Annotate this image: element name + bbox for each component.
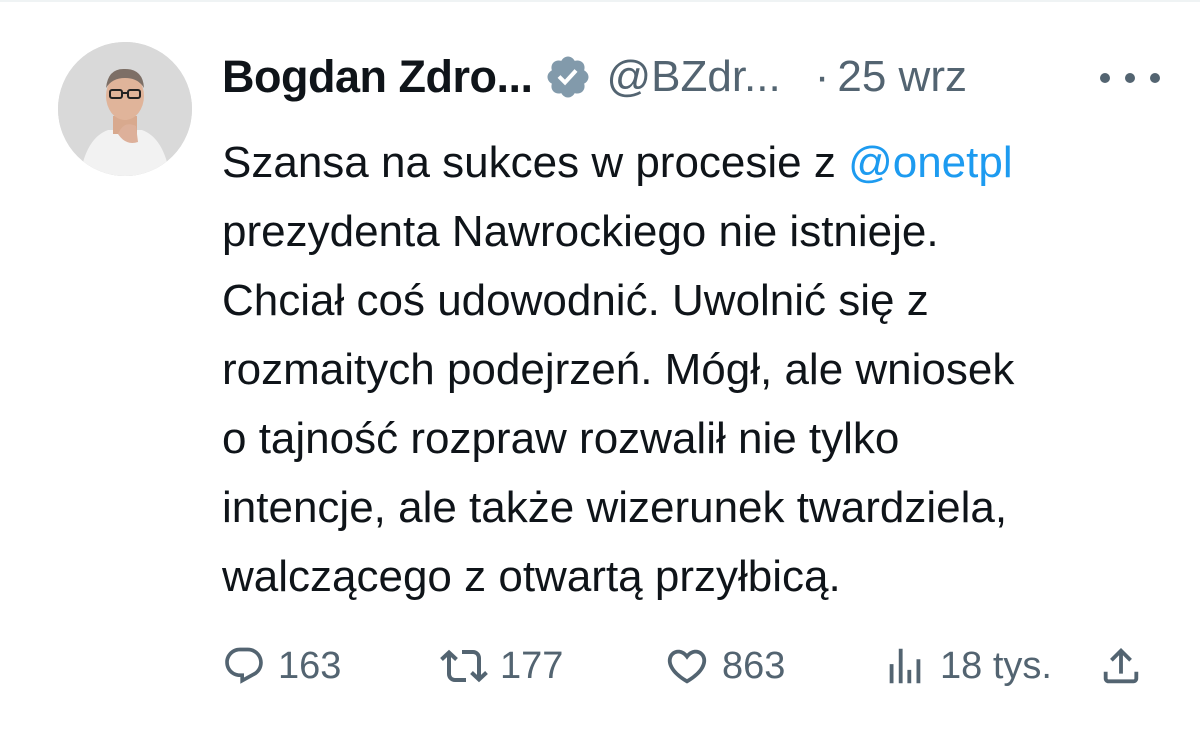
retweet-icon — [440, 642, 488, 690]
views-count: 18 tys. — [940, 644, 1052, 687]
verified-badge-icon — [544, 53, 592, 101]
tweet-text-line: intencje, ale także wizerunek twardziela… — [222, 483, 1008, 532]
tweet-text-segment: Szansa na sukces w procesie z — [222, 138, 849, 187]
tweet-text-line: Chciał coś udowodnić. Uwolnić się z — [222, 276, 929, 325]
share-upload-icon — [1098, 643, 1144, 689]
mention-link[interactable]: @onetpl — [848, 138, 1013, 187]
tweet-header: Bogdan Zdro... @BZdr... · 25 wrz — [222, 44, 1160, 110]
tweet-text: Szansa na sukces w procesie z @onetpl pr… — [222, 128, 1182, 611]
tweet-text-line: rozmaitych podejrzeń. Mógł, ale wniosek — [222, 345, 1015, 394]
avatar-photo — [58, 42, 192, 176]
author-handle[interactable]: @BZdr... — [606, 52, 780, 102]
like-count: 863 — [722, 644, 786, 687]
tweet-text-line: prezydenta Nawrockiego nie istnieje. — [222, 207, 939, 256]
reply-bubble-icon — [222, 644, 266, 688]
reply-button[interactable]: 163 — [222, 636, 341, 696]
retweet-count: 177 — [500, 644, 564, 687]
bar-chart-icon — [882, 643, 928, 689]
retweet-button[interactable]: 177 — [440, 636, 563, 696]
tweet-text-line: walczącego z otwartą przyłbicą. — [222, 552, 841, 601]
tweet-text-line: Szansa na sukces w procesie z @onetpl — [222, 128, 1182, 197]
top-divider — [0, 0, 1200, 2]
reply-count: 163 — [278, 644, 342, 687]
share-button[interactable] — [1098, 636, 1144, 696]
more-dot — [1125, 73, 1135, 83]
like-button[interactable]: 863 — [664, 636, 785, 696]
tweet-text-line: o tajność rozpraw rozwalił nie tylko — [222, 414, 900, 463]
more-dot — [1100, 73, 1110, 83]
views-button[interactable]: 18 tys. — [882, 636, 1052, 696]
more-horizontal-icon[interactable] — [1100, 58, 1160, 98]
tweet-date[interactable]: 25 wrz — [837, 52, 967, 102]
author-name[interactable]: Bogdan Zdro... — [222, 51, 533, 103]
more-dot — [1150, 73, 1160, 83]
separator-dot: · — [814, 52, 830, 101]
avatar[interactable] — [58, 42, 192, 176]
heart-icon — [664, 643, 710, 689]
tweet-actions: 163 177 863 18 tys. — [222, 636, 1162, 696]
